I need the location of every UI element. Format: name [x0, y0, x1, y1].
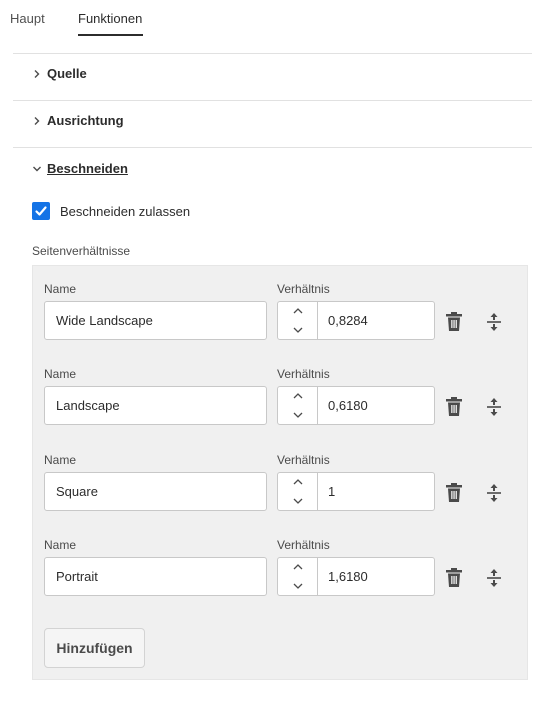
stepper-decrement-button[interactable]: [278, 577, 318, 595]
section-label-source: Quelle: [47, 66, 87, 81]
delete-button[interactable]: [443, 311, 465, 333]
aspect-ratio-row: Name Verhältnis Wide Landscape 0,8284: [33, 282, 529, 352]
section-header-source[interactable]: Quelle: [32, 66, 87, 81]
stepper-buttons: [278, 558, 318, 595]
reorder-handle[interactable]: [483, 567, 505, 589]
aspect-ratio-row: Name Verhältnis Portrait 1,6180: [33, 538, 529, 608]
section-label-orientation: Ausrichtung: [47, 113, 124, 128]
aspect-ratio-row: Name Verhältnis Square 1: [33, 453, 529, 523]
trash-icon: [446, 312, 462, 331]
stepper-decrement-button[interactable]: [278, 321, 318, 339]
reorder-handle[interactable]: [483, 311, 505, 333]
reorder-handle[interactable]: [483, 482, 505, 504]
delete-button[interactable]: [443, 396, 465, 418]
chevron-down-icon: [293, 327, 303, 333]
stepper-increment-button[interactable]: [278, 387, 318, 405]
chevron-down-icon: [293, 583, 303, 589]
delete-button[interactable]: [443, 567, 465, 589]
drag-reorder-icon: [487, 484, 501, 502]
trash-icon: [446, 483, 462, 502]
tab-bar: Haupt Funktionen: [0, 0, 549, 50]
stepper-increment-button[interactable]: [278, 302, 318, 320]
ratio-label: Verhältnis: [277, 453, 330, 467]
ratio-stepper: 0,8284: [277, 301, 435, 340]
chevron-up-icon: [293, 308, 303, 314]
allow-crop-row: Beschneiden zulassen: [32, 202, 190, 220]
chevron-up-icon: [293, 564, 303, 570]
stepper-buttons: [278, 302, 318, 339]
section-header-orientation[interactable]: Ausrichtung: [32, 113, 124, 128]
ratio-input[interactable]: 0,6180: [328, 387, 368, 424]
name-label: Name: [44, 367, 77, 381]
chevron-up-icon: [293, 479, 303, 485]
stepper-decrement-button[interactable]: [278, 492, 318, 510]
chevron-down-icon: [293, 412, 303, 418]
name-label: Name: [44, 453, 77, 467]
tab-haupt[interactable]: Haupt: [10, 11, 45, 26]
trash-icon: [446, 397, 462, 416]
ratio-label: Verhältnis: [277, 282, 330, 296]
stepper-decrement-button[interactable]: [278, 406, 318, 424]
chevron-down-icon: [293, 498, 303, 504]
name-input[interactable]: Square: [44, 472, 267, 511]
ratio-input[interactable]: 1: [328, 473, 335, 510]
stepper-increment-button[interactable]: [278, 558, 318, 576]
reorder-handle[interactable]: [483, 396, 505, 418]
ratio-label: Verhältnis: [277, 367, 330, 381]
trash-icon: [446, 568, 462, 587]
allow-crop-checkbox[interactable]: [32, 202, 50, 220]
divider: [13, 100, 532, 101]
divider: [13, 53, 532, 54]
section-header-crop[interactable]: Beschneiden: [32, 161, 128, 176]
chevron-down-icon: [32, 164, 44, 174]
stepper-buttons: [278, 473, 318, 510]
name-input[interactable]: Portrait: [44, 557, 267, 596]
drag-reorder-icon: [487, 398, 501, 416]
stepper-buttons: [278, 387, 318, 424]
aspect-ratios-panel: Name Verhältnis Wide Landscape 0,8284 Na…: [32, 265, 528, 680]
name-label: Name: [44, 282, 77, 296]
ratio-input[interactable]: 1,6180: [328, 558, 368, 595]
active-tab-indicator: [78, 34, 143, 36]
add-ratio-button[interactable]: Hinzufügen: [44, 628, 145, 668]
ratio-label: Verhältnis: [277, 538, 330, 552]
name-input[interactable]: Landscape: [44, 386, 267, 425]
ratio-stepper: 1: [277, 472, 435, 511]
ratio-input[interactable]: 0,8284: [328, 302, 368, 339]
tab-funktionen[interactable]: Funktionen: [78, 11, 142, 26]
chevron-up-icon: [293, 393, 303, 399]
drag-reorder-icon: [487, 569, 501, 587]
drag-reorder-icon: [487, 313, 501, 331]
chevron-right-icon: [32, 69, 44, 79]
aspect-ratio-row: Name Verhältnis Landscape 0,6180: [33, 367, 529, 437]
section-label-crop: Beschneiden: [47, 161, 128, 176]
divider: [13, 147, 532, 148]
stepper-increment-button[interactable]: [278, 473, 318, 491]
delete-button[interactable]: [443, 482, 465, 504]
name-input[interactable]: Wide Landscape: [44, 301, 267, 340]
ratio-stepper: 0,6180: [277, 386, 435, 425]
aspect-ratios-label: Seitenverhältnisse: [32, 244, 131, 258]
name-label: Name: [44, 538, 77, 552]
checkmark-icon: [35, 206, 47, 216]
allow-crop-label: Beschneiden zulassen: [60, 203, 191, 219]
ratio-stepper: 1,6180: [277, 557, 435, 596]
chevron-right-icon: [32, 116, 44, 126]
